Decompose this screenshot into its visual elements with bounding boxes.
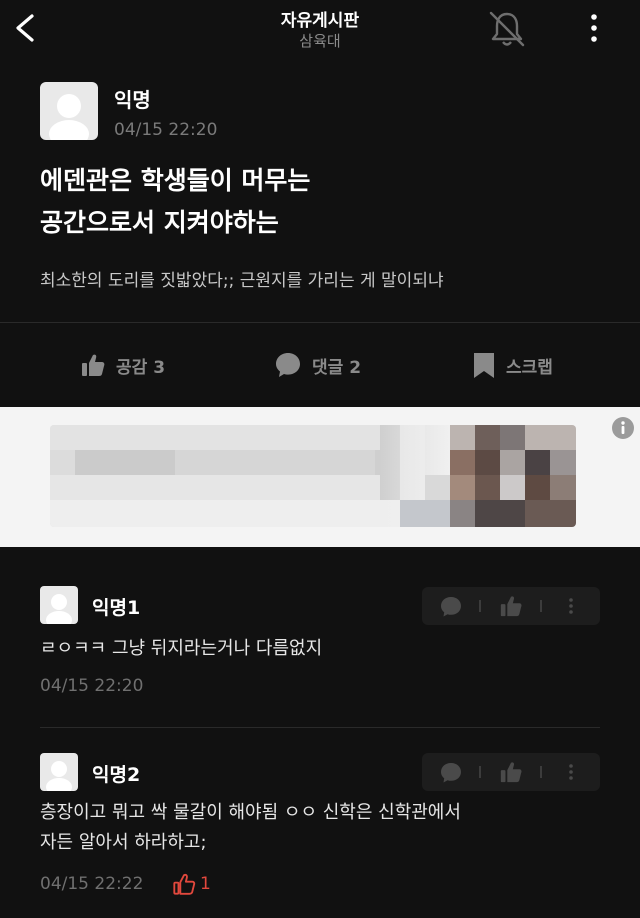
like-label: 공감 3 <box>116 357 166 378</box>
ad-pixel-block <box>75 450 175 475</box>
comment-timestamp: 04/15 22:20 <box>40 676 144 696</box>
info-icon <box>612 417 634 439</box>
more-menu-button[interactable] <box>584 10 604 46</box>
more-vertical-icon[interactable] <box>566 596 576 616</box>
top-bar: 자유게시판 삼육대 <box>0 0 640 62</box>
ad-pixel-block <box>450 450 475 475</box>
ad-pixel-block <box>50 425 380 450</box>
bell-off-icon <box>489 11 525 47</box>
comment-author-name: 익명1 <box>92 597 141 619</box>
ad-pixel-block <box>450 475 475 500</box>
divider <box>0 322 640 323</box>
post-author-name: 익명 <box>114 88 151 112</box>
reply-bubble-icon[interactable] <box>439 761 463 785</box>
ad-pixel-block <box>525 450 550 475</box>
ad-pixel-block <box>450 500 475 527</box>
comment-text: ㄹㅇㅋㅋ 그냥 뒤지라는거나 다름없지 <box>40 638 323 659</box>
thumbs-up-icon[interactable] <box>499 594 523 618</box>
ad-banner-area[interactable] <box>0 407 640 547</box>
reply-bubble-icon[interactable] <box>439 595 463 619</box>
more-vertical-icon[interactable] <box>566 762 576 782</box>
board-title: 자유게시판 <box>280 11 360 31</box>
anonymous-avatar-icon <box>49 94 89 140</box>
post-title-line: 에덴관은 학생들이 머무는 <box>40 166 311 195</box>
notification-toggle-button[interactable] <box>486 8 528 50</box>
ad-pixel-block <box>475 500 525 527</box>
comment-text-line: 층장이고 뭐고 싹 물갈이 해야됨 ㅇㅇ 신학은 신학관에서 <box>40 802 461 823</box>
comment-author-avatar <box>40 586 78 624</box>
ad-pixel-block <box>525 475 550 500</box>
comment-text-line: 자든 알아서 하라하고; <box>40 832 207 853</box>
divider <box>40 727 600 728</box>
anonymous-avatar-icon <box>46 594 72 624</box>
thumbs-up-icon[interactable] <box>499 760 523 784</box>
like-button[interactable]: 공감 3 <box>80 348 165 382</box>
ad-pixel-block <box>400 500 450 527</box>
ad-pixel-block <box>500 475 525 500</box>
separator <box>479 766 481 778</box>
comment-label: 댓글 2 <box>312 357 362 378</box>
scrap-button[interactable]: 스크랩 <box>472 348 553 382</box>
scrap-label: 스크랩 <box>506 357 553 378</box>
ad-pixel-block <box>475 475 500 500</box>
comment-author-avatar <box>40 753 78 791</box>
post-author-avatar <box>40 82 98 140</box>
separator <box>479 600 481 612</box>
ad-pixel-block <box>175 450 375 475</box>
bookmark-icon <box>474 353 494 378</box>
comment-action-bar <box>422 587 600 625</box>
ad-pixel-block <box>550 450 576 475</box>
post-body: 최소한의 도리를 짓밟았다;; 근원지를 가리는 게 말이되냐 <box>40 271 444 291</box>
thumbs-up-icon <box>82 354 105 376</box>
ad-pixel-block <box>550 475 576 500</box>
school-name: 삼육대 <box>299 32 341 50</box>
comment-like-count: 1 <box>172 872 211 896</box>
ad-image[interactable] <box>50 425 576 527</box>
ad-pixel-block <box>500 450 525 475</box>
more-vertical-icon <box>591 14 597 42</box>
speech-bubble-icon <box>276 353 300 377</box>
ad-pixel-block <box>50 475 380 500</box>
ad-info-button[interactable] <box>610 415 636 441</box>
ad-pixel-block <box>500 425 525 450</box>
anonymous-avatar-icon <box>46 761 72 791</box>
separator <box>540 766 542 778</box>
comment-action-bar <box>422 753 600 791</box>
ad-pixel-block <box>475 425 500 450</box>
ad-pixel-block <box>475 450 500 475</box>
comment-author-name: 익명2 <box>92 764 141 786</box>
separator <box>540 600 542 612</box>
comment-button[interactable]: 댓글 2 <box>274 348 361 382</box>
comment-timestamp: 04/15 22:22 <box>40 874 144 894</box>
thumbs-up-outline-icon <box>173 873 196 895</box>
ad-pixel-block <box>425 475 450 500</box>
comment-like-number: 1 <box>200 874 211 894</box>
comment-text: 층장이고 뭐고 싹 물갈이 해야됨 ㅇㅇ 신학은 신학관에서 자든 알아서 하라… <box>40 798 610 858</box>
post-title-line: 공간으로서 지켜야하는 <box>40 208 279 237</box>
post-title: 에덴관은 학생들이 머무는 공간으로서 지켜야하는 <box>40 160 600 244</box>
post-timestamp: 04/15 22:20 <box>114 120 218 140</box>
ad-pixel-block <box>525 500 576 527</box>
